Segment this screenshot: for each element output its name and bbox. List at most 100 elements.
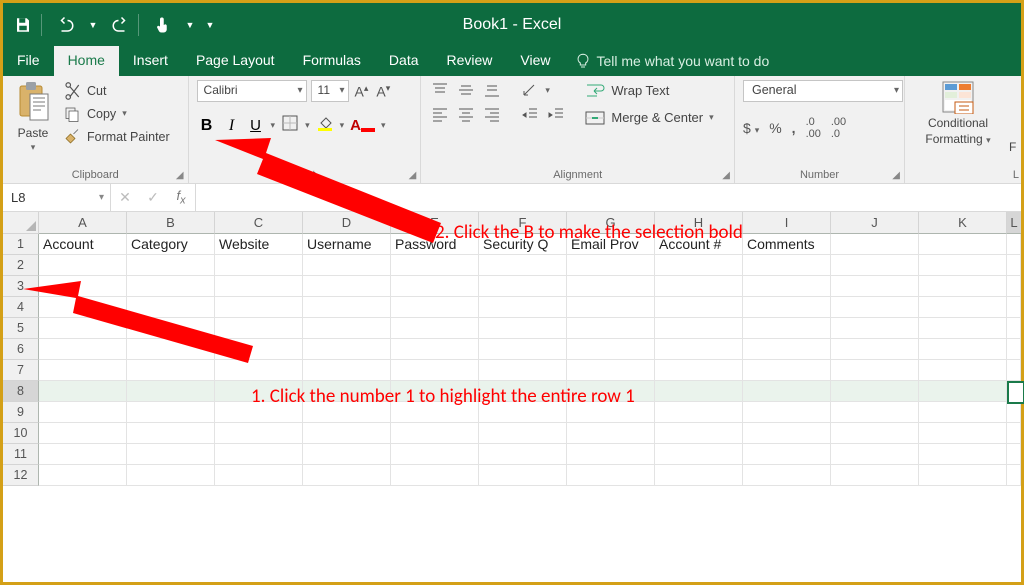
copy-button[interactable]: Copy ▾ bbox=[61, 103, 172, 124]
wrap-text-button[interactable]: Wrap Text bbox=[585, 80, 713, 101]
cell[interactable] bbox=[567, 297, 655, 318]
cell[interactable] bbox=[655, 381, 743, 402]
undo-icon[interactable] bbox=[52, 11, 80, 39]
cell[interactable] bbox=[831, 318, 919, 339]
cell[interactable] bbox=[391, 402, 479, 423]
percent-button[interactable]: % bbox=[769, 120, 781, 136]
merge-center-button[interactable]: Merge & Center ▾ bbox=[585, 107, 713, 128]
grow-font-icon[interactable]: A▴ bbox=[353, 83, 371, 100]
cell[interactable] bbox=[743, 318, 831, 339]
row-header[interactable]: 6 bbox=[3, 339, 39, 360]
cell[interactable] bbox=[919, 318, 1007, 339]
font-size-combo[interactable]: 11 ▾ bbox=[311, 80, 349, 102]
font-color-button[interactable]: A bbox=[350, 117, 375, 135]
cell[interactable]: Username bbox=[303, 234, 391, 255]
cell[interactable] bbox=[567, 465, 655, 486]
cell[interactable] bbox=[567, 423, 655, 444]
cell[interactable] bbox=[1007, 381, 1021, 402]
underline-dropdown-icon[interactable]: ▾ bbox=[271, 120, 276, 131]
cell[interactable] bbox=[479, 255, 567, 276]
cell[interactable] bbox=[831, 444, 919, 465]
col-header[interactable]: K bbox=[919, 212, 1007, 234]
alignment-dialog-launcher-icon[interactable]: ◢ bbox=[722, 170, 730, 181]
cell[interactable] bbox=[39, 339, 127, 360]
touch-mode-icon[interactable] bbox=[149, 11, 177, 39]
italic-button[interactable]: I bbox=[223, 117, 241, 135]
tab-review[interactable]: Review bbox=[433, 46, 507, 76]
cell[interactable] bbox=[655, 255, 743, 276]
cell[interactable] bbox=[39, 297, 127, 318]
cell[interactable] bbox=[479, 276, 567, 297]
cell[interactable] bbox=[1007, 276, 1021, 297]
decrease-indent-icon[interactable] bbox=[519, 104, 541, 124]
cell[interactable] bbox=[127, 423, 215, 444]
cell[interactable] bbox=[831, 402, 919, 423]
cell[interactable] bbox=[919, 402, 1007, 423]
cell[interactable] bbox=[127, 276, 215, 297]
col-header[interactable]: I bbox=[743, 212, 831, 234]
cell[interactable] bbox=[303, 276, 391, 297]
cell[interactable] bbox=[1007, 423, 1021, 444]
cell[interactable] bbox=[743, 423, 831, 444]
cell[interactable] bbox=[479, 465, 567, 486]
align-right-icon[interactable] bbox=[481, 104, 503, 124]
cell[interactable] bbox=[655, 444, 743, 465]
align-top-icon[interactable] bbox=[429, 80, 451, 100]
col-header[interactable]: C bbox=[215, 212, 303, 234]
bold-button[interactable]: B bbox=[197, 117, 217, 135]
cell[interactable] bbox=[391, 297, 479, 318]
font-name-combo[interactable]: Calibri ▾ bbox=[197, 80, 307, 102]
cell[interactable] bbox=[39, 381, 127, 402]
enter-formula-icon[interactable]: ✓ bbox=[139, 189, 167, 206]
cell[interactable] bbox=[831, 465, 919, 486]
cell[interactable] bbox=[1007, 318, 1021, 339]
cell[interactable] bbox=[215, 465, 303, 486]
align-center-icon[interactable] bbox=[455, 104, 477, 124]
fill-color-button[interactable] bbox=[316, 114, 334, 137]
cell[interactable] bbox=[655, 339, 743, 360]
cell[interactable] bbox=[215, 381, 303, 402]
accounting-format-button[interactable]: $ ▾ bbox=[743, 120, 759, 136]
cell[interactable] bbox=[391, 255, 479, 276]
cell[interactable] bbox=[831, 276, 919, 297]
cell[interactable] bbox=[303, 318, 391, 339]
touch-dropdown-icon[interactable]: ▼ bbox=[183, 11, 197, 39]
cell[interactable] bbox=[391, 381, 479, 402]
cell[interactable] bbox=[127, 297, 215, 318]
cell[interactable] bbox=[831, 381, 919, 402]
cell[interactable] bbox=[391, 360, 479, 381]
cell[interactable]: Category bbox=[127, 234, 215, 255]
cell[interactable] bbox=[215, 339, 303, 360]
cell[interactable] bbox=[303, 297, 391, 318]
cell[interactable] bbox=[567, 339, 655, 360]
col-header[interactable]: E bbox=[391, 212, 479, 234]
cell[interactable] bbox=[567, 318, 655, 339]
cell[interactable] bbox=[479, 339, 567, 360]
cell[interactable] bbox=[127, 444, 215, 465]
cell[interactable] bbox=[1007, 255, 1021, 276]
cell[interactable] bbox=[655, 297, 743, 318]
cell[interactable] bbox=[567, 444, 655, 465]
tab-page-layout[interactable]: Page Layout bbox=[182, 46, 289, 76]
insert-function-icon[interactable]: fx bbox=[167, 188, 195, 207]
cell[interactable] bbox=[1007, 402, 1021, 423]
cell[interactable] bbox=[39, 318, 127, 339]
cell[interactable] bbox=[831, 297, 919, 318]
row-header[interactable]: 8 bbox=[3, 381, 39, 402]
font-dialog-launcher-icon[interactable]: ◢ bbox=[409, 170, 417, 181]
cell[interactable] bbox=[303, 444, 391, 465]
paste-dropdown-icon[interactable]: ▾ bbox=[31, 142, 36, 153]
col-header[interactable]: B bbox=[127, 212, 215, 234]
row-header[interactable]: 10 bbox=[3, 423, 39, 444]
cell[interactable] bbox=[303, 339, 391, 360]
cell[interactable] bbox=[391, 318, 479, 339]
tab-file[interactable]: File bbox=[3, 46, 54, 76]
cell[interactable] bbox=[919, 339, 1007, 360]
cell[interactable] bbox=[215, 276, 303, 297]
cell[interactable] bbox=[919, 444, 1007, 465]
cell[interactable] bbox=[303, 255, 391, 276]
cell[interactable] bbox=[655, 360, 743, 381]
tell-me[interactable]: Tell me what you want to do bbox=[575, 46, 770, 76]
cell[interactable] bbox=[127, 381, 215, 402]
tab-formulas[interactable]: Formulas bbox=[289, 46, 375, 76]
